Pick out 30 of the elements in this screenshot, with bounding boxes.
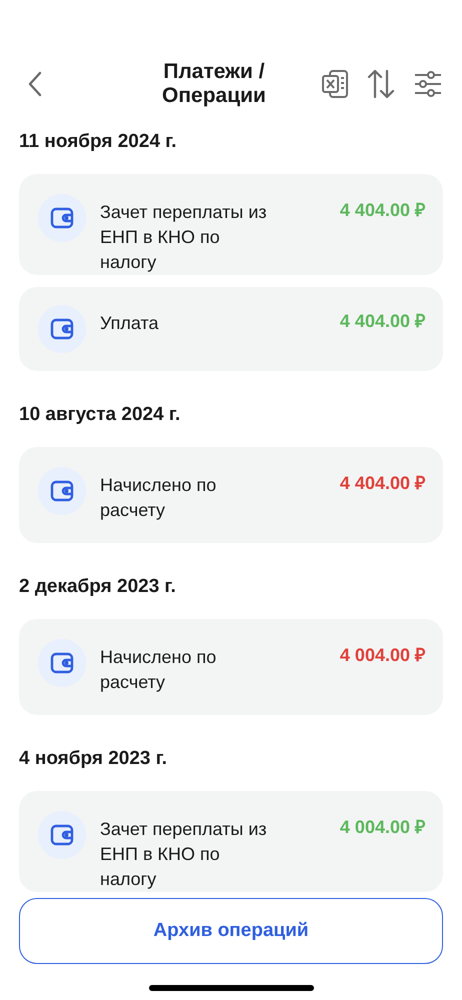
operation-amount: 4 404.00 ₽ [340, 310, 425, 333]
operation-card[interactable]: Уплата 4 404.00 ₽ [19, 287, 443, 371]
wallet-icon [38, 639, 86, 687]
operation-title: Начислено по расчету [100, 474, 218, 522]
operation-title: Зачет переплаты из ЕНП в КНО по налогу [100, 818, 268, 891]
page-title: Платежи / Операции [161, 60, 267, 108]
excel-icon[interactable] [321, 69, 349, 99]
wallet-icon [38, 194, 86, 242]
date-heading: 11 ноября 2024 г. [19, 130, 178, 154]
date-heading: 2 декабря 2023 г. [19, 575, 177, 599]
operation-card[interactable]: Зачет переплаты из ЕНП в КНО по налогу 4 404.00 ₽ [19, 174, 443, 275]
date-heading: 10 августа 2024 г. [19, 403, 182, 427]
operation-amount: 4 404.00 ₽ [340, 199, 425, 222]
archive-button[interactable]: Архив операций [19, 898, 443, 964]
filter-icon[interactable] [413, 69, 441, 99]
wallet-icon [38, 811, 86, 859]
operation-amount: 4 004.00 ₽ [340, 644, 425, 667]
sort-icon[interactable] [367, 69, 395, 99]
wallet-icon [38, 467, 86, 515]
operation-card[interactable]: Начислено по расчету 4 404.00 ₽ [19, 447, 443, 543]
operation-amount: 4 404.00 ₽ [340, 472, 425, 495]
date-heading: 4 ноября 2023 г. [19, 747, 168, 771]
operation-card[interactable]: Зачет переплаты из ЕНП в КНО по налогу 4 004.00 ₽ [19, 791, 443, 892]
operation-card[interactable]: Начислено по расчету 4 004.00 ₽ [19, 619, 443, 715]
back-icon[interactable] [28, 71, 42, 97]
operation-title: Зачет переплаты из ЕНП в КНО по налогу [100, 201, 268, 274]
wallet-icon [38, 305, 86, 353]
operation-title: Уплата [100, 312, 160, 335]
operation-amount: 4 004.00 ₽ [340, 816, 425, 839]
operation-title: Начислено по расчету [100, 646, 218, 694]
